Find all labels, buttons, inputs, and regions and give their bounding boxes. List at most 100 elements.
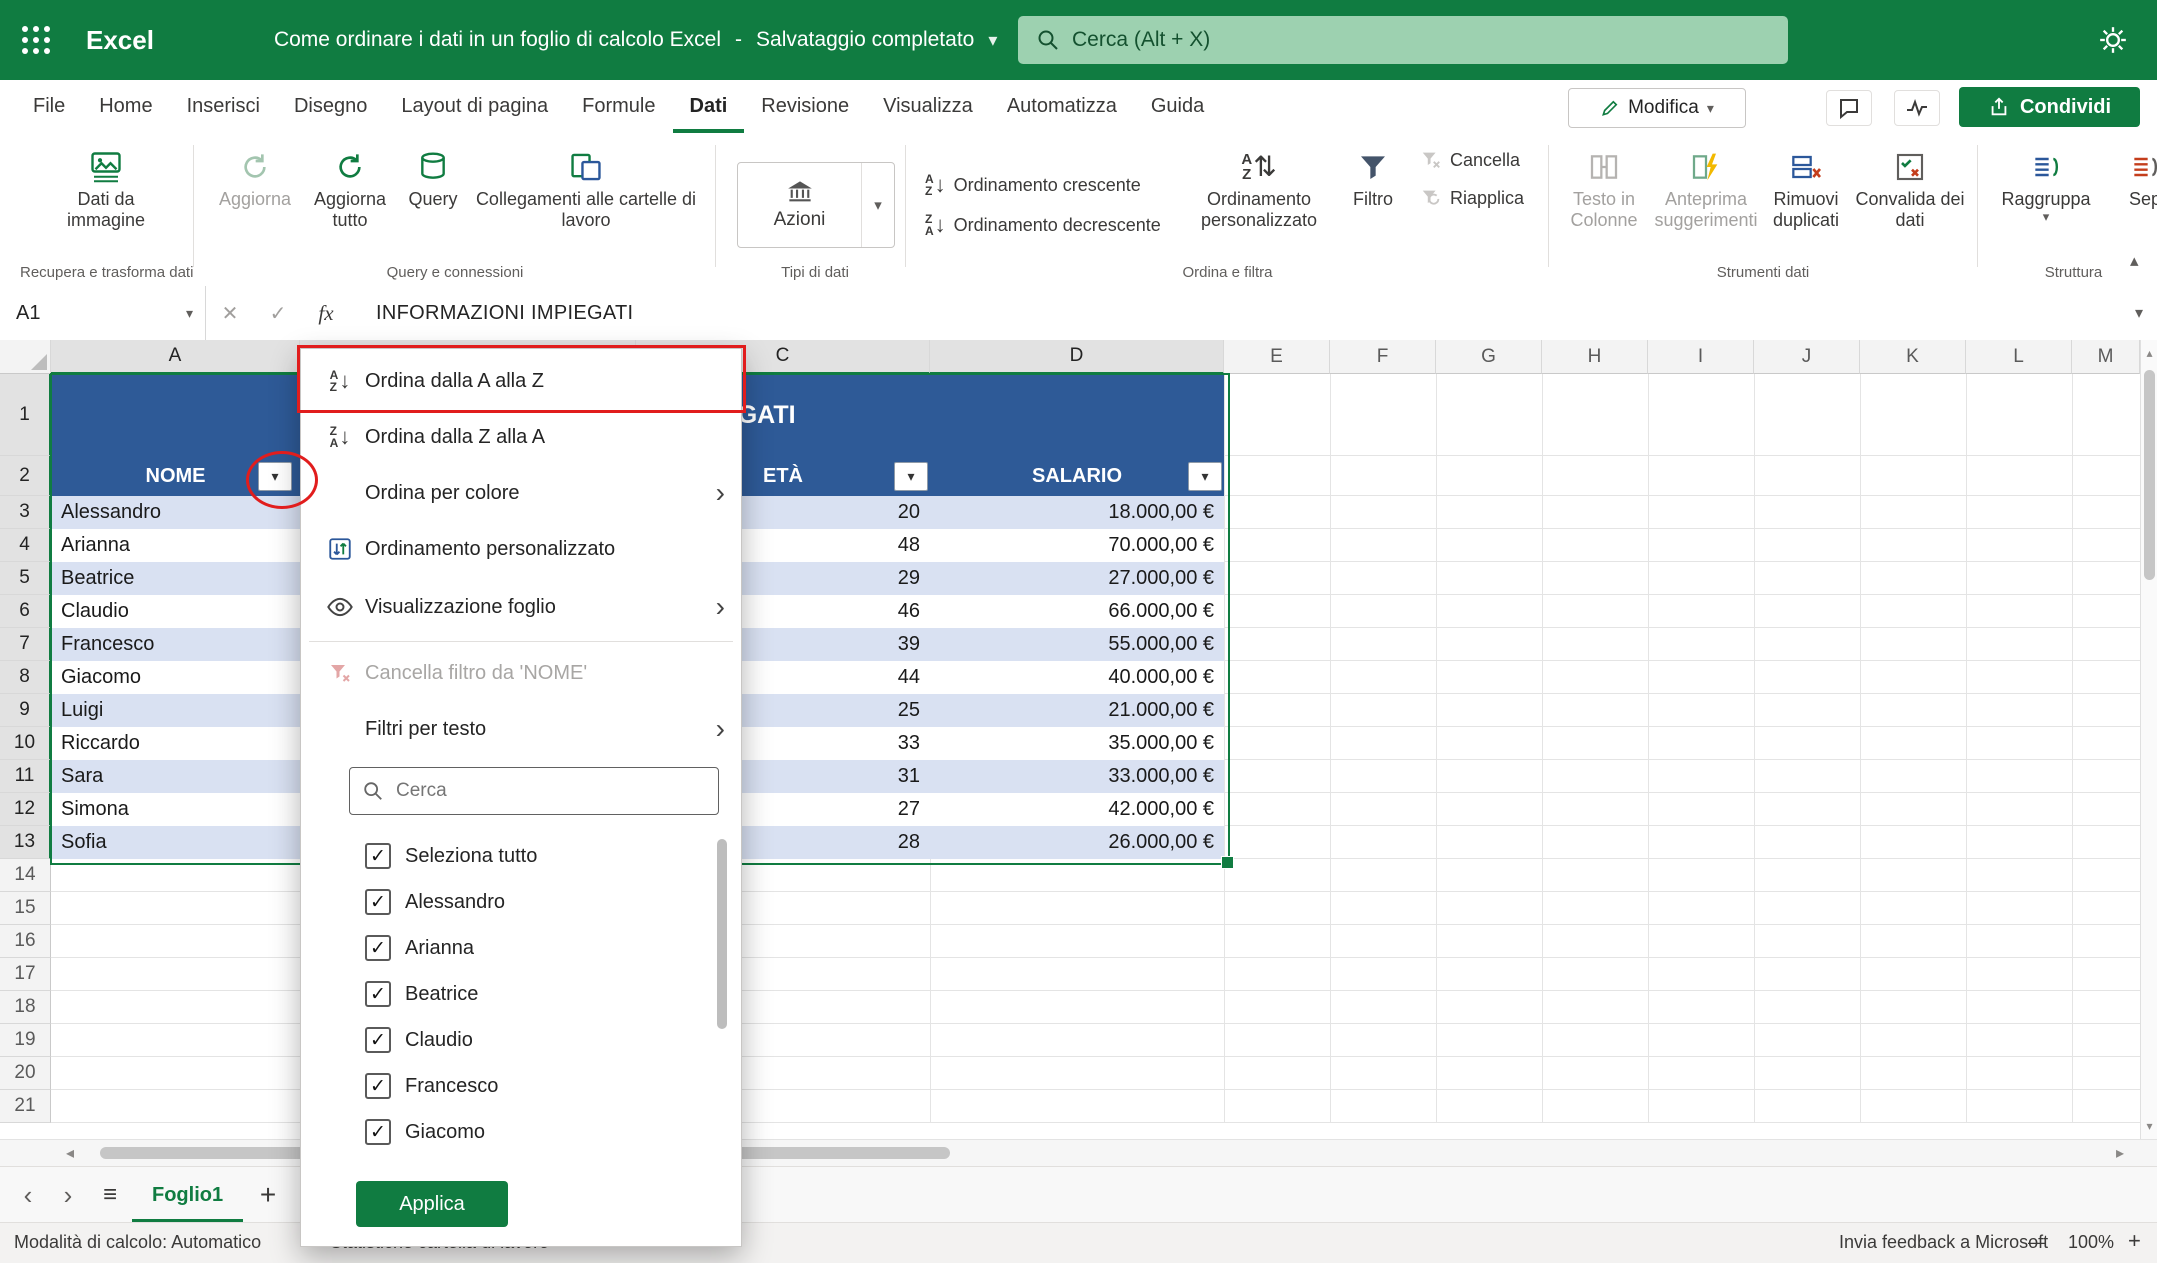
column-header-K[interactable]: K — [1860, 340, 1966, 374]
data-types-gallery[interactable]: Azioni ▾ — [737, 162, 895, 248]
filter-checkbox-claudio[interactable]: ✓ Claudio — [301, 1017, 741, 1063]
scroll-right-icon[interactable]: ▸ — [2116, 1143, 2124, 1163]
cell-nome[interactable]: Simona — [51, 793, 300, 826]
tab-file[interactable]: File — [16, 80, 82, 133]
sort-ascending-button[interactable]: AZ↓ Ordinamento crescente — [925, 165, 1161, 205]
filter-search-box[interactable] — [349, 767, 719, 815]
checkbox-checked-icon[interactable]: ✓ — [365, 1027, 391, 1053]
row-header-20[interactable]: 20 — [0, 1057, 51, 1090]
search-input[interactable]: Cerca (Alt + X) — [1018, 16, 1788, 64]
vertical-scrollbar[interactable]: ▴ ▾ — [2140, 340, 2157, 1139]
azioni-button[interactable]: Azioni — [738, 163, 861, 247]
row-header-5[interactable]: 5 — [0, 562, 51, 595]
cell-salario[interactable]: 33.000,00 € — [930, 760, 1224, 793]
filter-checkbox-alessandro[interactable]: ✓ Alessandro — [301, 879, 741, 925]
filter-checkbox-beatrice[interactable]: ✓ Beatrice — [301, 971, 741, 1017]
prev-sheet-icon[interactable]: ‹ — [8, 1180, 48, 1211]
cell-salario[interactable]: 35.000,00 € — [930, 727, 1224, 760]
tab-home[interactable]: Home — [82, 80, 169, 133]
cell-salario[interactable]: 40.000,00 € — [930, 661, 1224, 694]
comments-button[interactable] — [1826, 90, 1872, 126]
column-header-G[interactable]: G — [1436, 340, 1542, 374]
editing-mode-button[interactable]: Modifica ▾ — [1568, 88, 1746, 128]
tab-formule[interactable]: Formule — [565, 80, 672, 133]
app-name[interactable]: Excel — [86, 25, 154, 56]
cell-salario[interactable]: 70.000,00 € — [930, 529, 1224, 562]
column-header-E[interactable]: E — [1224, 340, 1330, 374]
cell-salario[interactable]: 21.000,00 € — [930, 694, 1224, 727]
row-header-9[interactable]: 9 — [0, 694, 51, 727]
vertical-scrollbar-thumb[interactable] — [2144, 370, 2155, 580]
group-button[interactable]: Raggruppa ▾ — [1998, 145, 2094, 225]
sheet-list-icon[interactable]: ≡ — [88, 1181, 132, 1209]
add-sheet-button[interactable]: + — [243, 1179, 293, 1211]
menu-item-text-filters[interactable]: Filtri per testo › — [301, 701, 741, 757]
scroll-down-icon[interactable]: ▾ — [2141, 1119, 2157, 1133]
zoom-level[interactable]: 100% — [2068, 1232, 2114, 1253]
data-validation-button[interactable]: Convalida dei dati — [1852, 145, 1968, 230]
menu-item-sheet-view[interactable]: Visualizzazione foglio › — [301, 577, 741, 637]
checkbox-checked-icon[interactable]: ✓ — [365, 1119, 391, 1145]
cell-nome[interactable]: Giacomo — [51, 661, 300, 694]
row-header-10[interactable]: 10 — [0, 727, 51, 760]
zoom-in-button[interactable]: + — [2128, 1228, 2141, 1254]
row-header-3[interactable]: 3 — [0, 496, 51, 529]
cell-salario[interactable]: 18.000,00 € — [930, 496, 1224, 529]
row-header-17[interactable]: 17 — [0, 958, 51, 991]
cell-nome[interactable]: Beatrice — [51, 562, 300, 595]
cell-salario[interactable]: 55.000,00 € — [930, 628, 1224, 661]
row-header-13[interactable]: 13 — [0, 826, 51, 859]
name-box[interactable]: A1 ▾ — [0, 286, 206, 340]
cell-nome[interactable]: Claudio — [51, 595, 300, 628]
filter-search-input[interactable] — [394, 779, 688, 803]
menu-item-sort-az[interactable]: AZ↓ Ordina dalla A alla Z — [301, 353, 741, 409]
row-header-16[interactable]: 16 — [0, 925, 51, 958]
cell-nome[interactable]: Arianna — [51, 529, 300, 562]
table-header-salario[interactable]: SALARIO — [930, 456, 1224, 496]
tab-inserisci[interactable]: Inserisci — [170, 80, 277, 133]
column-header-I[interactable]: I — [1648, 340, 1754, 374]
ungroup-button[interactable]: Sep — [2100, 145, 2157, 210]
feedback-link[interactable]: Invia feedback a Microsoft — [1839, 1232, 2048, 1253]
cell-salario[interactable]: 66.000,00 € — [930, 595, 1224, 628]
workbook-links-button[interactable]: Collegamenti alle cartelle di lavoro — [468, 145, 704, 230]
column-header-M[interactable]: M — [2072, 340, 2140, 374]
fx-icon[interactable]: fx — [302, 301, 350, 326]
column-header-J[interactable]: J — [1754, 340, 1860, 374]
row-header-8[interactable]: 8 — [0, 661, 51, 694]
tab-disegno[interactable]: Disegno — [277, 80, 384, 133]
cell-salario[interactable]: 27.000,00 € — [930, 562, 1224, 595]
select-all-corner[interactable] — [0, 340, 51, 374]
row-header-18[interactable]: 18 — [0, 991, 51, 1024]
row-header-6[interactable]: 6 — [0, 595, 51, 628]
document-title[interactable]: Come ordinare i dati in un foglio di cal… — [274, 28, 997, 52]
settings-button[interactable] — [2095, 22, 2131, 58]
cell-nome[interactable]: Francesco — [51, 628, 300, 661]
checkbox-checked-icon[interactable]: ✓ — [365, 889, 391, 915]
cell-nome[interactable]: Alessandro — [51, 496, 300, 529]
formula-input[interactable]: INFORMAZIONI IMPIEGATI — [376, 302, 633, 325]
eta-filter-dropdown-button[interactable]: ▾ — [894, 462, 928, 491]
filter-checkbox-giacomo[interactable]: ✓ Giacomo — [301, 1109, 741, 1155]
tab-automatizza[interactable]: Automatizza — [990, 80, 1134, 133]
scroll-left-icon[interactable]: ◂ — [66, 1143, 74, 1163]
collapse-ribbon-button[interactable]: ▴ — [2130, 251, 2139, 271]
checkbox-checked-icon[interactable]: ✓ — [365, 981, 391, 1007]
tab-revisione[interactable]: Revisione — [744, 80, 866, 133]
expand-formula-bar-icon[interactable]: ▾ — [2135, 303, 2143, 323]
nome-filter-dropdown-button[interactable]: ▾ — [258, 462, 292, 491]
menu-item-custom-sort[interactable]: Ordinamento personalizzato — [301, 521, 741, 577]
apply-filter-button[interactable]: Applica — [356, 1181, 508, 1227]
filter-checkbox-francesco[interactable]: ✓ Francesco — [301, 1063, 741, 1109]
column-header-D[interactable]: D — [930, 340, 1224, 374]
row-header-15[interactable]: 15 — [0, 892, 51, 925]
row-header-19[interactable]: 19 — [0, 1024, 51, 1057]
filter-button[interactable]: Filtro — [1337, 145, 1409, 210]
sort-descending-button[interactable]: ZA↓ Ordinamento decrescente — [925, 205, 1161, 245]
remove-duplicates-button[interactable]: Rimuovi duplicati — [1760, 145, 1852, 230]
zoom-out-button[interactable]: — — [2028, 1232, 2046, 1253]
column-header-L[interactable]: L — [1966, 340, 2072, 374]
column-header-F[interactable]: F — [1330, 340, 1436, 374]
column-header-A[interactable]: A — [51, 340, 300, 374]
cell-nome[interactable]: Sara — [51, 760, 300, 793]
